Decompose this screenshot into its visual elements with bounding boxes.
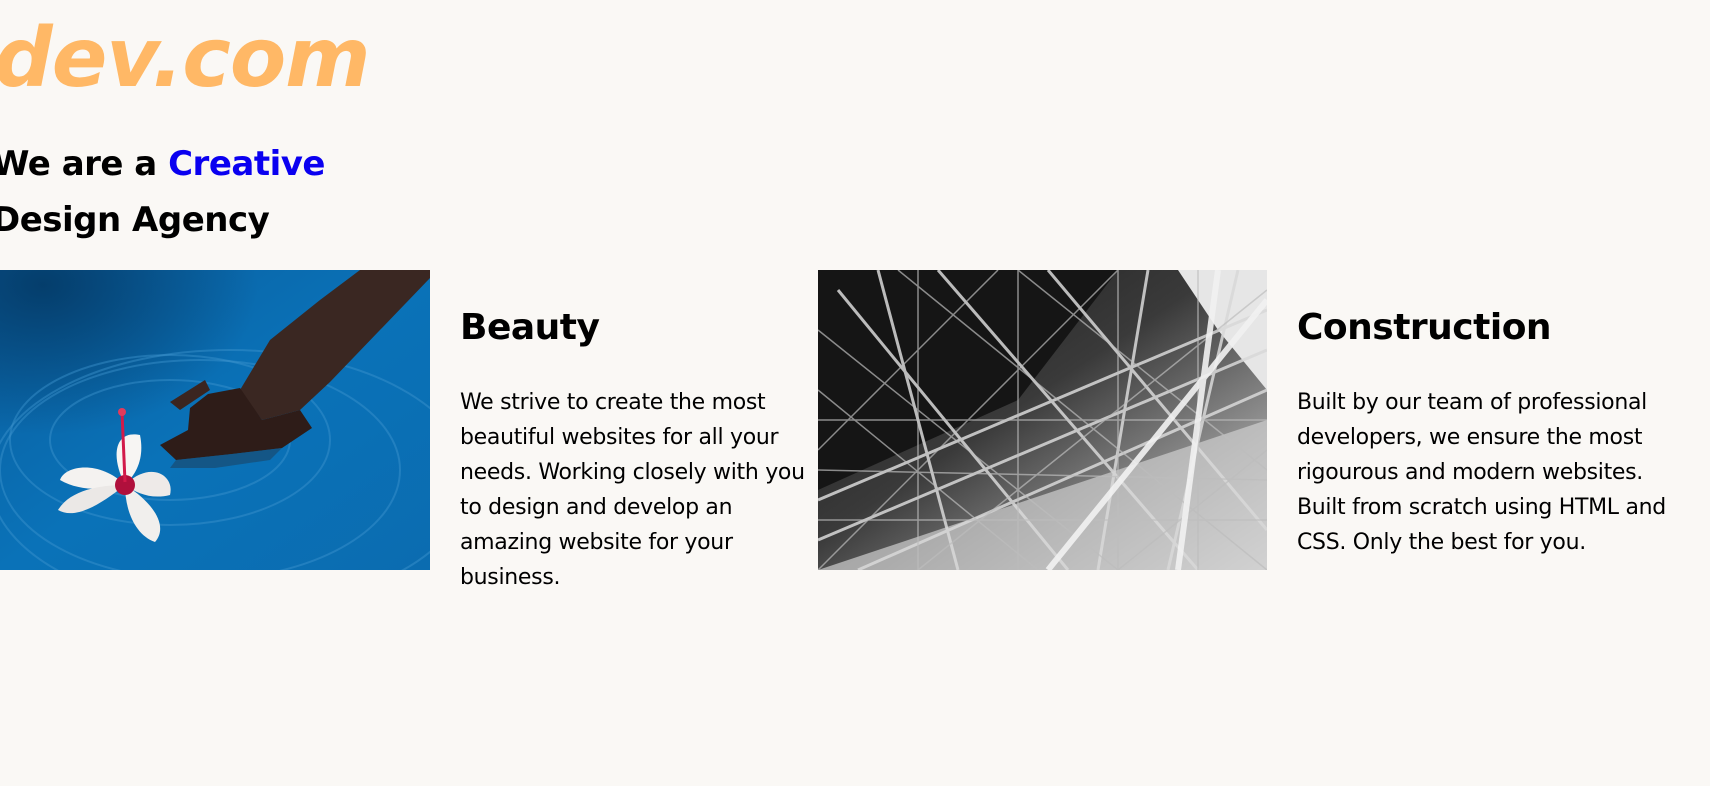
logo[interactable]: dev.com xyxy=(0,18,371,100)
card-text-construction: Built by our team of professional develo… xyxy=(1297,390,1666,555)
card-title-construction: Construction xyxy=(1297,307,1552,348)
card-text-beauty: We strive to create the most beautiful w… xyxy=(460,390,805,590)
steel-structure-image xyxy=(818,270,1267,570)
card-title-beauty: Beauty xyxy=(460,307,600,348)
headline-prefix: We are a xyxy=(0,144,157,184)
headline-line2: Design Agency xyxy=(0,200,270,240)
hand-with-flower-in-water-image xyxy=(0,270,430,570)
hero-headline: We are a Creative Design Agency xyxy=(0,136,325,248)
headline-accent: Creative xyxy=(168,144,325,184)
